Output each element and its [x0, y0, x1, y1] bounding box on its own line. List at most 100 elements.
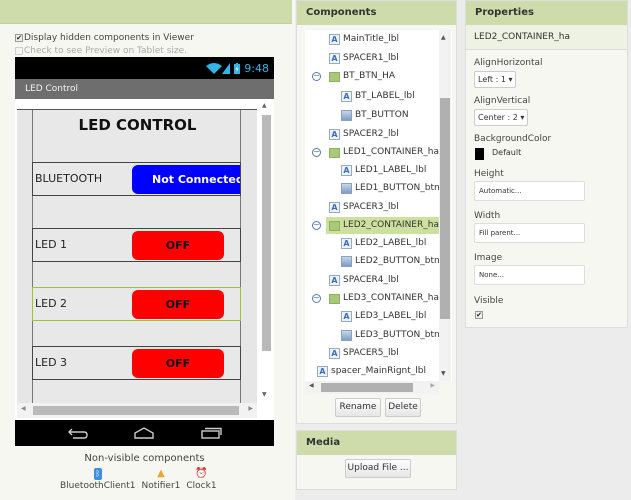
- collapse-icon[interactable]: −: [312, 148, 321, 157]
- led2-row[interactable]: LED 2 OFF: [32, 287, 241, 321]
- components-horizontal-scrollbar[interactable]: ◀ ▶: [305, 381, 439, 394]
- scroll-down-arrow-icon[interactable]: ▼: [262, 391, 267, 398]
- tree-item-label: SPACER4_lbl: [343, 275, 399, 285]
- viewer-horizontal-scrollbar[interactable]: ◀ ▶: [17, 403, 257, 418]
- tree-item[interactable]: LED2_BUTTON_btn: [341, 253, 440, 270]
- properties-panel: Properties LED2_CONTAINER_ha AlignHorizo…: [465, 0, 628, 328]
- label-icon: A: [317, 366, 328, 377]
- tree-item[interactable]: A LED2_LABEL_lbl: [341, 235, 426, 252]
- components-tree: A MainTitle_lbl A SPACER1_lbl − BT_BTN_HA …: [305, 30, 452, 381]
- tree-item[interactable]: A SPACER3_lbl: [329, 199, 399, 216]
- non-visible-clock[interactable]: ⏰ Clock1: [186, 467, 216, 491]
- width-field[interactable]: Fill parent...: [474, 223, 585, 243]
- components-vertical-scrollbar[interactable]: ▲ ▼: [439, 30, 451, 381]
- led3-label[interactable]: LED 3: [35, 347, 67, 379]
- tree-item[interactable]: A SPACER4_lbl: [329, 272, 399, 289]
- scroll-up-arrow-icon[interactable]: ▲: [441, 34, 446, 41]
- tree-item[interactable]: A LED1_LABEL_lbl: [341, 162, 426, 179]
- visible-label: Visible: [474, 296, 504, 306]
- tree-item-label: LED1_LABEL_lbl: [355, 165, 427, 175]
- bluetooth-button[interactable]: Not Connected: [132, 165, 240, 194]
- components-panel: Components A MainTitle_lbl A SPACER1_lbl −…: [296, 0, 457, 424]
- main-title-label[interactable]: LED CONTROL: [33, 116, 242, 134]
- led2-button[interactable]: OFF: [132, 290, 224, 319]
- display-hidden-label: Display hidden components in Viewer: [24, 33, 194, 43]
- screen-content: LED CONTROL BLUETOOTH Not Connected LED …: [17, 109, 257, 404]
- bluetooth-icon: ᛒ: [93, 468, 102, 480]
- scroll-left-arrow-icon[interactable]: ◀: [309, 382, 314, 389]
- tablet-preview-checkbox[interactable]: ✔ Check to see Preview on Tablet size.: [15, 46, 187, 56]
- align-vertical-label: AlignVertical: [474, 96, 531, 106]
- scroll-up-arrow-icon[interactable]: ▲: [262, 102, 267, 109]
- upload-file-button[interactable]: Upload File ...: [345, 459, 411, 478]
- viewer-panel: ✔ Display hidden components in Viewer ✔ …: [0, 0, 295, 500]
- image-field[interactable]: None...: [474, 265, 585, 285]
- collapse-icon[interactable]: −: [312, 221, 321, 230]
- scroll-right-arrow-icon[interactable]: ▶: [248, 405, 253, 412]
- tree-item[interactable]: A BT_LABEL_lbl: [341, 88, 415, 105]
- tree-item[interactable]: A SPACER5_lbl: [329, 345, 399, 362]
- selected-component-name: LED2_CONTAINER_ha: [466, 25, 627, 50]
- tree-item[interactable]: A SPACER1_lbl: [329, 50, 399, 67]
- tree-item[interactable]: LED3_CONTAINER_ha: [329, 290, 439, 307]
- rename-button[interactable]: Rename: [335, 398, 381, 417]
- scroll-right-arrow-icon[interactable]: ▶: [430, 382, 435, 389]
- tree-item[interactable]: A SPACER2_lbl: [329, 126, 399, 143]
- tree-item-selected[interactable]: LED2_CONTAINER_ha: [326, 217, 443, 234]
- tree-item[interactable]: LED3_BUTTON_btn: [341, 327, 440, 344]
- label-icon: A: [329, 34, 340, 45]
- height-field[interactable]: Automatic...: [474, 181, 585, 201]
- scroll-thumb[interactable]: [321, 383, 413, 392]
- color-swatch[interactable]: [475, 148, 484, 160]
- tree-item-label: SPACER2_lbl: [343, 129, 399, 139]
- scroll-thumb[interactable]: [440, 98, 450, 319]
- display-hidden-checkbox[interactable]: ✔ Display hidden components in Viewer: [15, 33, 194, 43]
- recent-apps-icon[interactable]: [200, 427, 222, 439]
- non-visible-bluetoothclient[interactable]: ᛒ BluetoothClient1: [60, 467, 135, 491]
- led1-label[interactable]: LED 1: [35, 229, 67, 261]
- tree-item-label: LED3_LABEL_lbl: [355, 311, 427, 321]
- scroll-thumb[interactable]: [33, 406, 239, 415]
- button-icon: [341, 256, 352, 267]
- properties-header: Properties: [466, 1, 627, 25]
- align-vertical-select[interactable]: Center : 2 ▾: [474, 109, 529, 126]
- bluetooth-label[interactable]: BLUETOOTH: [35, 163, 102, 195]
- tree-item[interactable]: LED1_CONTAINER_ha: [329, 144, 439, 161]
- scroll-down-arrow-icon[interactable]: ▼: [441, 370, 446, 377]
- background-color-value[interactable]: Default: [492, 148, 521, 157]
- tree-item-label: SPACER3_lbl: [343, 202, 399, 212]
- led3-button[interactable]: OFF: [132, 349, 224, 378]
- status-bar: 9:48: [15, 57, 274, 79]
- delete-button[interactable]: Delete: [385, 398, 421, 417]
- tree-item[interactable]: A MainTitle_lbl: [329, 31, 399, 48]
- bluetooth-row[interactable]: BLUETOOTH Not Connected: [32, 162, 241, 196]
- collapse-icon[interactable]: −: [312, 294, 321, 303]
- led2-label[interactable]: LED 2: [35, 288, 67, 320]
- tree-item[interactable]: BT_BUTTON: [341, 107, 409, 124]
- led1-button[interactable]: OFF: [132, 231, 224, 260]
- tree-item[interactable]: Aspacer_MainRignt_lbl: [317, 363, 426, 380]
- tree-item[interactable]: LED1_BUTTON_btn: [341, 180, 440, 197]
- label-icon: A: [341, 238, 352, 249]
- led3-row[interactable]: LED 3 OFF: [32, 346, 241, 380]
- phone-screen: LED CONTROL BLUETOOTH Not Connected LED …: [15, 99, 274, 420]
- scroll-left-arrow-icon[interactable]: ◀: [21, 405, 26, 412]
- tree-item-label: LED1_BUTTON_btn: [355, 183, 440, 193]
- checkbox-unchecked-icon[interactable]: ✔: [15, 47, 23, 55]
- home-icon[interactable]: [133, 427, 155, 439]
- led1-row[interactable]: LED 1 OFF: [32, 228, 241, 262]
- non-visible-notifier[interactable]: ▲ Notifier1: [141, 467, 180, 491]
- checkbox-checked-icon[interactable]: ✔: [15, 34, 23, 42]
- visible-checkbox[interactable]: ✔: [475, 311, 483, 319]
- tree-item[interactable]: A LED3_LABEL_lbl: [341, 308, 426, 325]
- tree-item-label: MainTitle_lbl: [343, 34, 399, 44]
- scroll-thumb[interactable]: [262, 115, 271, 351]
- tree-item[interactable]: BT_BTN_HA: [329, 68, 395, 85]
- tablet-preview-label: Check to see Preview on Tablet size.: [24, 46, 188, 56]
- back-icon[interactable]: [67, 427, 89, 439]
- collapse-icon[interactable]: −: [312, 72, 321, 81]
- horizontal-arrangement-icon: [329, 293, 340, 304]
- label-icon: A: [341, 311, 352, 322]
- viewer-vertical-scrollbar[interactable]: ▲ ▼: [260, 99, 272, 403]
- align-horizontal-select[interactable]: Left : 1 ▾: [474, 71, 517, 88]
